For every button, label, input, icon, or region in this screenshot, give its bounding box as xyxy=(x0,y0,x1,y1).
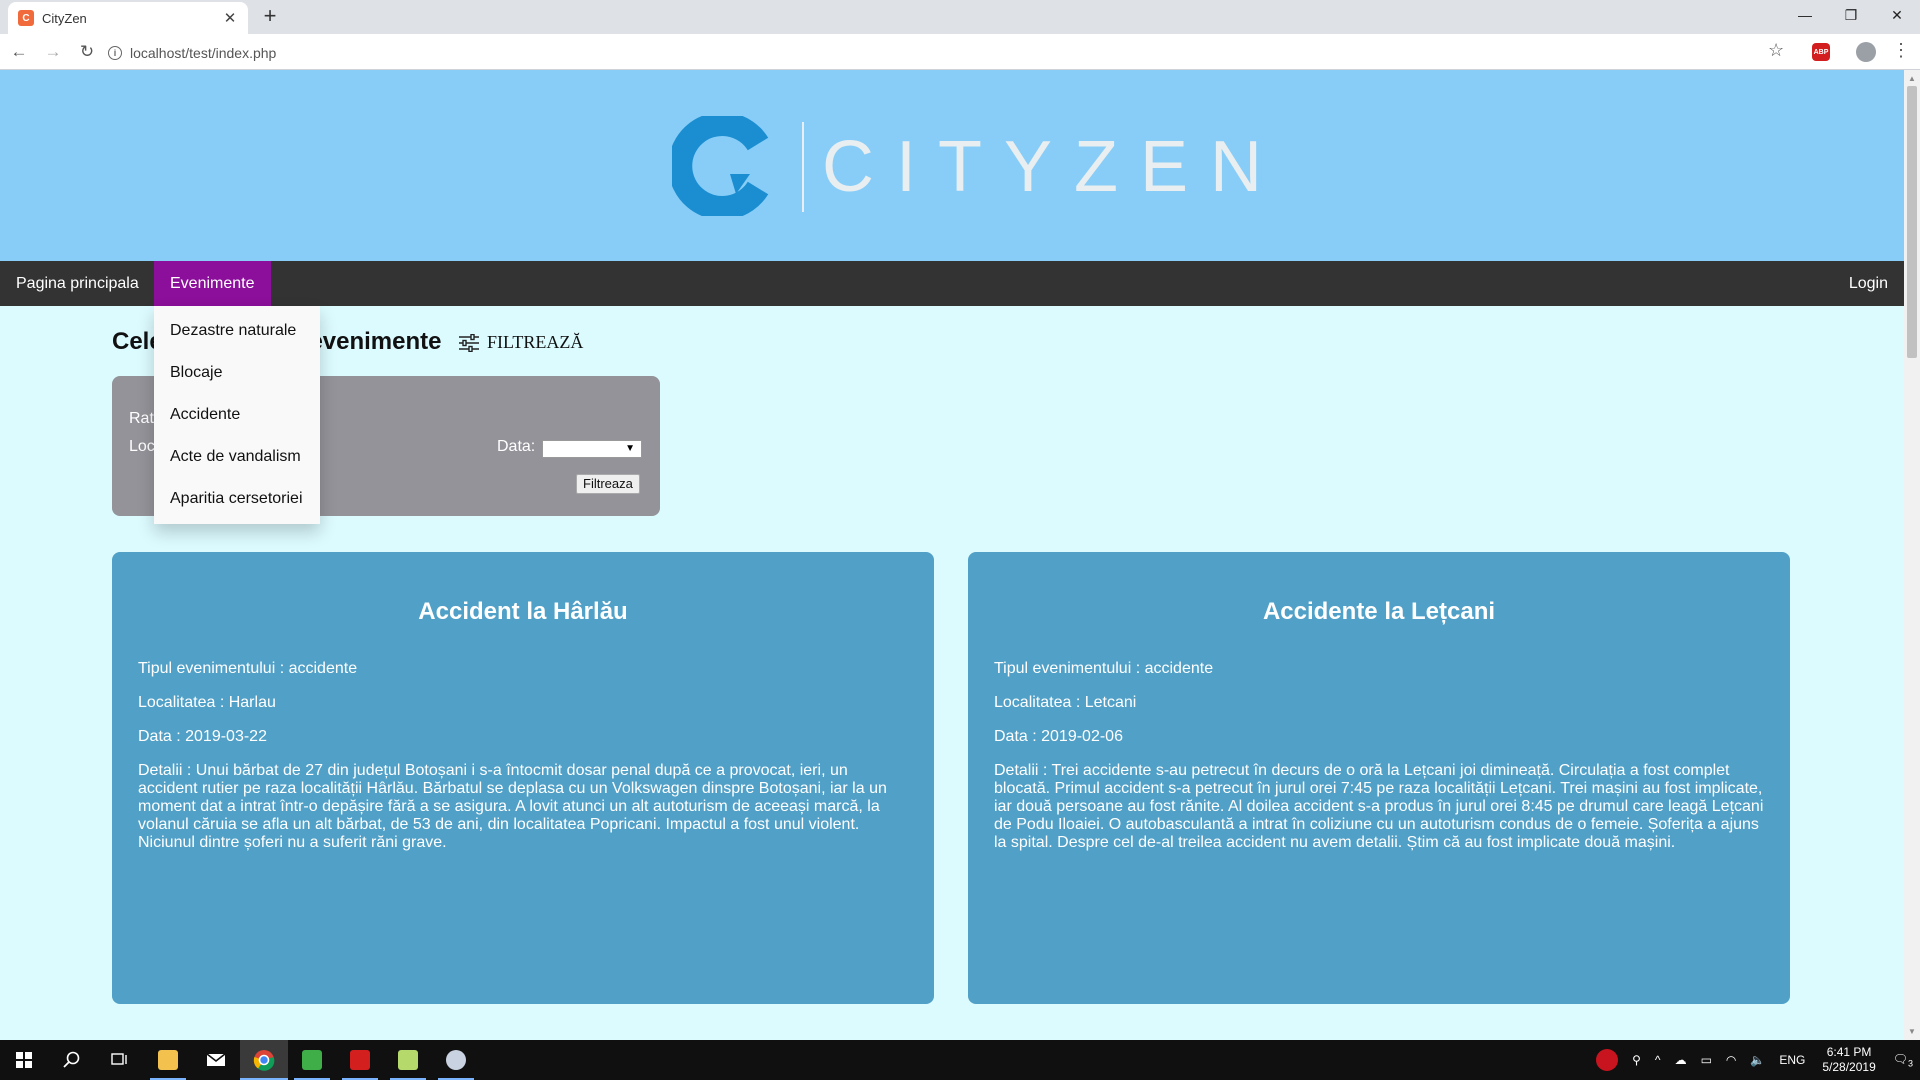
browser-tabbar: C CityZen ✕ + — ❐ ✕ xyxy=(0,0,1920,34)
nav-login[interactable]: Login xyxy=(1833,261,1904,306)
forward-icon[interactable]: → xyxy=(38,37,68,67)
browser-tab[interactable]: C CityZen ✕ xyxy=(8,2,248,34)
scrollbar-thumb[interactable] xyxy=(1907,86,1917,358)
antivirus-icon[interactable] xyxy=(1589,1049,1625,1071)
volume-icon[interactable]: 🔈 xyxy=(1743,1053,1772,1067)
system-tray: ⚲ ^ ☁ ▭ ◠ 🔈 ENG 6:41 PM 5/28/2019 🗨3 xyxy=(1589,1040,1920,1080)
file-explorer-icon[interactable] xyxy=(144,1040,192,1080)
page-scrollbar[interactable]: ▲ ▼ xyxy=(1904,70,1920,1040)
close-tab-icon[interactable]: ✕ xyxy=(222,9,238,27)
mail-icon[interactable] xyxy=(192,1040,240,1080)
people-icon[interactable]: ⚲ xyxy=(1625,1053,1648,1067)
logo-divider xyxy=(802,122,804,212)
language-indicator[interactable]: ENG xyxy=(1772,1053,1812,1067)
battery-icon[interactable]: ▭ xyxy=(1694,1053,1719,1067)
minimize-icon[interactable]: — xyxy=(1782,0,1828,30)
windows-start-icon[interactable] xyxy=(0,1040,48,1080)
os-taskbar: ⚲ ^ ☁ ▭ ◠ 🔈 ENG 6:41 PM 5/28/2019 🗨3 xyxy=(0,1040,1920,1080)
event-title: Accident la Hârlău xyxy=(418,598,628,625)
wifi-icon[interactable]: ◠ xyxy=(1719,1053,1743,1067)
location-label: Loc xyxy=(129,438,155,455)
event-location: Localitatea : Letcani xyxy=(994,694,1137,711)
dropdown-item-natural-disasters[interactable]: Dezastre naturale xyxy=(154,310,320,352)
show-hidden-icons-icon[interactable]: ^ xyxy=(1648,1053,1668,1067)
date-select[interactable]: ▼ xyxy=(542,440,642,458)
dropdown-item-vandalism[interactable]: Acte de vandalism xyxy=(154,436,320,478)
event-type: Tipul evenimentului : accidente xyxy=(138,660,358,677)
site-info-icon[interactable]: i xyxy=(108,45,122,60)
new-tab-button[interactable]: + xyxy=(258,5,282,29)
media-app-icon[interactable] xyxy=(288,1040,336,1080)
event-card: Accident la Hârlău Tipul evenimentului :… xyxy=(112,552,934,1004)
paint-icon[interactable] xyxy=(432,1040,480,1080)
main-nav: Pagina principala Evenimente Login xyxy=(0,261,1904,306)
back-icon[interactable]: ← xyxy=(4,37,34,67)
dropdown-item-blockages[interactable]: Blocaje xyxy=(154,352,320,394)
address-bar[interactable]: i localhost/test/index.php xyxy=(108,39,1778,66)
cityzen-logo-mark-icon xyxy=(672,116,769,216)
dropdown-item-accidents[interactable]: Accidente xyxy=(154,394,320,436)
sliders-icon xyxy=(459,333,479,352)
events-dropdown-menu: Dezastre naturale Blocaje Accidente Acte… xyxy=(154,306,320,524)
event-title: Accidente la Lețcani xyxy=(1262,598,1496,625)
tab-title: CityZen xyxy=(42,10,87,26)
scroll-down-icon[interactable]: ▼ xyxy=(1908,1027,1916,1036)
filter-toggle-button[interactable]: FILTREAZĂ xyxy=(459,332,583,353)
dropdown-arrow-icon: ▼ xyxy=(625,443,635,454)
notepad-icon[interactable] xyxy=(384,1040,432,1080)
scroll-up-icon[interactable]: ▲ xyxy=(1908,74,1916,83)
chrome-icon[interactable] xyxy=(240,1040,288,1080)
event-details: Detalii : Unui bărbat de 27 din județul … xyxy=(138,762,887,851)
date-label: Data: xyxy=(497,438,536,455)
filter-toggle-label: FILTREAZĂ xyxy=(487,332,584,352)
url-text[interactable]: localhost/test/index.php xyxy=(130,45,276,61)
nav-home[interactable]: Pagina principala xyxy=(0,261,155,306)
clock-date: 5/28/2019 xyxy=(1822,1060,1876,1074)
profile-avatar-icon[interactable] xyxy=(1856,42,1876,62)
restore-icon[interactable]: ❐ xyxy=(1828,0,1874,30)
event-date: Data : 2019-03-22 xyxy=(138,728,267,745)
search-icon[interactable] xyxy=(48,1040,96,1080)
clock-time: 6:41 PM xyxy=(1826,1045,1872,1059)
task-view-icon[interactable] xyxy=(96,1040,144,1080)
browser-menu-icon[interactable]: ⋮ xyxy=(1892,40,1910,61)
onedrive-icon[interactable]: ☁ xyxy=(1668,1053,1694,1067)
notification-count: 3 xyxy=(1907,1058,1913,1069)
notifications-icon[interactable]: 🗨3 xyxy=(1886,1052,1920,1068)
apply-filter-button[interactable]: Filtreaza xyxy=(576,474,640,494)
event-date: Data : 2019-02-06 xyxy=(994,728,1123,745)
window-controls: — ❐ ✕ xyxy=(1782,0,1920,30)
browser-toolbar: ← → ↻ i localhost/test/index.php xyxy=(0,34,1920,70)
reload-icon[interactable]: ↻ xyxy=(72,37,102,67)
nav-events[interactable]: Evenimente xyxy=(154,261,271,306)
event-location: Localitatea : Harlau xyxy=(138,694,276,711)
event-type: Tipul evenimentului : accidente xyxy=(994,660,1214,677)
favicon-icon: C xyxy=(18,10,34,26)
logo-wordmark: CITYZEN xyxy=(822,127,1285,207)
dropdown-item-begging[interactable]: Aparitia cersetoriei xyxy=(154,478,320,520)
site-header: CITYZEN xyxy=(0,70,1904,261)
bookmark-star-icon[interactable]: ☆ xyxy=(1768,40,1784,61)
rating-label: Rat xyxy=(129,410,154,427)
close-window-icon[interactable]: ✕ xyxy=(1874,0,1920,30)
clock[interactable]: 6:41 PM 5/28/2019 xyxy=(1812,1045,1885,1075)
page-viewport: CITYZEN Pagina principala Evenimente Log… xyxy=(0,70,1904,1040)
adblock-icon[interactable]: ABP xyxy=(1812,43,1830,61)
event-details: Detalii : Trei accidente s-au petrecut î… xyxy=(994,762,1764,851)
event-card: Accidente la Lețcani Tipul evenimentului… xyxy=(968,552,1790,1004)
acrobat-icon[interactable] xyxy=(336,1040,384,1080)
site-logo[interactable]: CITYZEN xyxy=(672,116,1262,216)
